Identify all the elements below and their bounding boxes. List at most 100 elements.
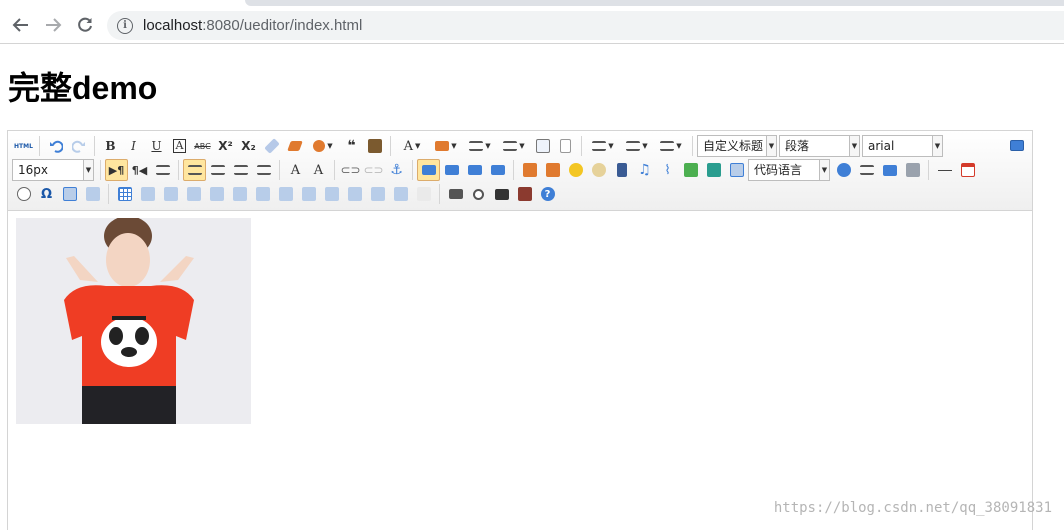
inserttable-button[interactable] <box>113 183 136 205</box>
justifyjustify-button[interactable] <box>252 159 275 181</box>
film-icon <box>616 163 627 177</box>
emotion-button[interactable] <box>564 159 587 181</box>
anchor-button[interactable]: ⚓ <box>385 159 408 181</box>
insertframe-button[interactable] <box>725 159 748 181</box>
binoculars-icon <box>494 188 509 200</box>
subscript-button[interactable]: X₂ <box>237 135 260 157</box>
formatmatch-button[interactable] <box>260 135 283 157</box>
forecolor-button[interactable]: A ▼ <box>395 135 429 157</box>
music-button[interactable]: ♫ <box>633 159 656 181</box>
attachment-button[interactable]: ⌇ <box>656 159 679 181</box>
pasteplain-button[interactable] <box>363 135 386 157</box>
charts-button[interactable] <box>412 183 435 205</box>
wordimage-button[interactable] <box>81 183 104 205</box>
background-button[interactable] <box>901 159 924 181</box>
splittorows-button[interactable] <box>366 183 389 205</box>
splittocols-button[interactable] <box>389 183 412 205</box>
scrawl-button[interactable] <box>587 159 610 181</box>
directionalityrtl-button[interactable]: ¶◀ <box>128 159 151 181</box>
source-button[interactable]: HTML <box>12 135 35 157</box>
forward-arrow-icon <box>46 18 62 32</box>
insertimage-button[interactable] <box>541 159 564 181</box>
imageright-button[interactable] <box>463 159 486 181</box>
fullscreen-button[interactable] <box>1005 134 1028 156</box>
imageleft-button[interactable] <box>440 159 463 181</box>
fontsize-select[interactable]: 16px ▼ <box>12 159 94 181</box>
pagebreak-button[interactable] <box>855 159 878 181</box>
directionalityltr-button[interactable]: ▶¶ <box>105 159 128 181</box>
url-text: localhost:8080/ueditor/index.html <box>143 17 363 34</box>
help-button[interactable]: ? <box>536 183 559 205</box>
paragraph-select[interactable]: 段落 ▼ <box>779 135 860 157</box>
codelanguage-select[interactable]: 代码语言 ▼ <box>748 159 830 181</box>
insertrow-button[interactable] <box>182 183 205 205</box>
mergecells-button[interactable] <box>274 183 297 205</box>
deletetable-button[interactable] <box>136 183 159 205</box>
gmap-button[interactable] <box>702 159 725 181</box>
touppercase-button[interactable]: A <box>284 159 307 181</box>
selectall-button[interactable] <box>531 135 554 157</box>
preview-button[interactable] <box>467 183 490 205</box>
justifycenter-button[interactable] <box>206 159 229 181</box>
editor-content-area[interactable] <box>8 212 1032 530</box>
reload-button[interactable] <box>73 13 97 37</box>
searchreplace-button[interactable] <box>490 183 513 205</box>
forward-button[interactable] <box>41 13 65 37</box>
rowspacingtop-button[interactable]: ▼ <box>586 135 620 157</box>
imagenone-button[interactable] <box>417 159 440 181</box>
inserted-image[interactable] <box>16 218 251 424</box>
backcolor-button[interactable]: ▼ <box>429 135 463 157</box>
splittocells-button[interactable] <box>343 183 366 205</box>
smiley-icon <box>568 163 583 177</box>
horizontal-button[interactable] <box>933 159 956 181</box>
indent-button[interactable] <box>151 159 174 181</box>
superscript-button[interactable]: X² <box>214 135 237 157</box>
tolowercase-button[interactable]: A <box>307 159 330 181</box>
rowspacingbottom-button[interactable]: ▼ <box>620 135 654 157</box>
align-justify-icon <box>256 165 271 175</box>
snapscreen-button[interactable] <box>58 183 81 205</box>
address-bar[interactable]: i localhost:8080/ueditor/index.html <box>107 11 1064 40</box>
back-button[interactable] <box>9 13 33 37</box>
justifyleft-button[interactable] <box>183 159 206 181</box>
autotypeset-button[interactable]: ▼ <box>306 135 340 157</box>
link-button[interactable]: ⊂⊃ <box>339 159 362 181</box>
undo-button[interactable] <box>44 135 67 157</box>
strikethrough-button[interactable]: ABC <box>191 135 214 157</box>
fontfamily-select[interactable]: arial ▼ <box>862 135 943 157</box>
insertcol-button[interactable] <box>228 183 251 205</box>
print-button[interactable] <box>444 183 467 205</box>
mergeright-button[interactable] <box>297 183 320 205</box>
link-icon: ⊂⊃ <box>340 163 361 177</box>
removeformat-button[interactable] <box>283 135 306 157</box>
images-icon <box>545 163 560 177</box>
italic-button[interactable]: I <box>122 135 145 157</box>
cleardoc-button[interactable] <box>554 135 577 157</box>
simpleupload-button[interactable] <box>518 159 541 181</box>
map-button[interactable] <box>679 159 702 181</box>
drafts-button[interactable] <box>513 183 536 205</box>
redo-button[interactable] <box>67 135 90 157</box>
unlink-button[interactable]: ⊂⊃ <box>362 159 385 181</box>
underline-button[interactable]: U <box>145 135 168 157</box>
lineheight-button[interactable]: ▼ <box>654 135 688 157</box>
justifyright-button[interactable] <box>229 159 252 181</box>
bold-button[interactable]: B <box>99 135 122 157</box>
time-button[interactable] <box>12 183 35 205</box>
insertorderedlist-button[interactable]: ▼ <box>463 135 497 157</box>
customstyle-select[interactable]: 自定义标题 ▼ <box>697 135 777 157</box>
blockquote-button[interactable]: ❝ <box>340 135 363 157</box>
site-info-icon[interactable]: i <box>117 17 133 34</box>
webapp-button[interactable] <box>832 159 855 181</box>
insertunorderedlist-button[interactable]: ▼ <box>497 135 531 157</box>
deletecol-button[interactable] <box>251 183 274 205</box>
imagecenter-button[interactable] <box>486 159 509 181</box>
insertvideo-button[interactable] <box>610 159 633 181</box>
fontborder-button[interactable]: A <box>168 135 191 157</box>
insertparagraphbeforetable-button[interactable] <box>159 183 182 205</box>
mergedown-button[interactable] <box>320 183 343 205</box>
spechars-button[interactable]: Ω <box>35 183 58 205</box>
deleterow-button[interactable] <box>205 183 228 205</box>
date-button[interactable] <box>956 159 979 181</box>
template-button[interactable] <box>878 159 901 181</box>
